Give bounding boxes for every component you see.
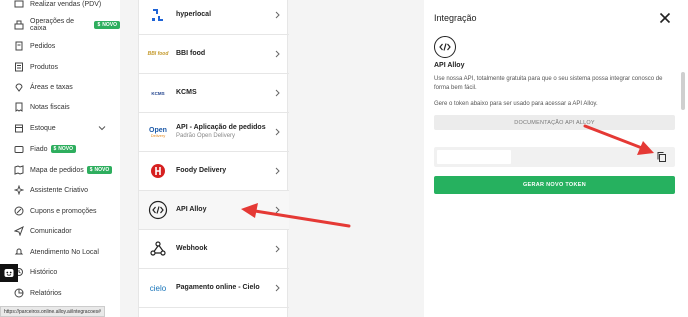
cart-icon: [14, 0, 24, 9]
code-icon: [147, 199, 169, 221]
coupon-icon: [14, 206, 24, 216]
sidebar: Realizar vendas (PDV) Operações de caixa…: [0, 0, 120, 317]
reports-icon: [14, 288, 24, 298]
orders-icon: [14, 41, 24, 51]
api-description: Use nossa API, totalmente gratuita para …: [434, 76, 663, 91]
sidebar-item-notas-fiscais[interactable]: Notas fiscais: [0, 97, 120, 117]
integrations-list: hyperlocal BBI food BBI food KCMS KCMS O…: [138, 0, 289, 317]
integration-row-hyperlocal[interactable]: hyperlocal: [139, 0, 289, 35]
sidebar-item-assistente-criativo[interactable]: Assistente Criativo: [0, 180, 120, 200]
integration-row-foody-delivery[interactable]: Foody Delivery: [139, 152, 289, 191]
sidebar-item-relatorios[interactable]: Relatórios: [0, 283, 120, 303]
chevron-right-icon: [275, 128, 280, 136]
documentation-button[interactable]: DOCUMENTAÇÃO API ALLOY: [434, 115, 675, 130]
chevron-right-icon: [275, 11, 280, 19]
integration-row-kcms[interactable]: KCMS KCMS: [139, 74, 289, 113]
token-box: [434, 147, 675, 167]
cash-register-icon: [14, 20, 24, 30]
sidebar-item-produtos[interactable]: Produtos: [0, 57, 120, 77]
token-hint: Gere o token abaixo para ser usado para …: [434, 101, 598, 107]
sidebar-item-operacoes-caixa[interactable]: Operações de caixa $ NOVO: [0, 15, 120, 35]
sidebar-item-label: Áreas e taxas: [30, 83, 73, 91]
integration-row-api-alloy[interactable]: API Alloy: [139, 191, 289, 230]
sidebar-item-label: Estoque: [30, 124, 56, 132]
sidebar-item-label: Assistente Criativo: [30, 186, 88, 194]
sidebar-item-fiado[interactable]: Fiado $ NOVO: [0, 139, 120, 159]
new-badge: $ NOVO: [94, 21, 120, 29]
cielo-logo: cielo: [149, 283, 167, 293]
new-badge: $ NOVO: [86, 166, 113, 174]
sidebar-item-label: Notas fiscais: [30, 103, 70, 111]
new-badge: $ NOVO: [50, 145, 77, 153]
integration-panel: Integração API Alloy Use nossa API, tota…: [424, 0, 688, 317]
sidebar-item-realizar-vendas[interactable]: Realizar vendas (PDV): [0, 0, 120, 14]
foody-delivery-logo: [147, 160, 169, 182]
sparkle-icon: [14, 185, 24, 195]
sidebar-item-label: Atendimento No Local: [30, 248, 99, 256]
chevron-right-icon: [275, 245, 280, 253]
chevron-down-icon[interactable]: [98, 124, 106, 132]
sidebar-item-label: Histórico: [30, 268, 58, 276]
token-field[interactable]: [437, 150, 511, 164]
chevron-right-icon: [275, 167, 280, 175]
panel-title: Integração: [434, 13, 477, 23]
receipt-icon: [14, 102, 24, 112]
sidebar-item-label: Pedidos: [30, 42, 56, 50]
sidebar-item-mapa-pedidos[interactable]: Mapa de pedidos $ NOVO: [0, 160, 120, 180]
hyperlocal-logo: [147, 4, 169, 26]
wallet-icon: [14, 144, 24, 154]
sidebar-item-estoque[interactable]: Estoque: [0, 118, 120, 138]
sidebar-item-cupons-promocoes[interactable]: Cupons e promoções: [0, 201, 120, 221]
sidebar-item-areas-taxas[interactable]: Áreas e taxas: [0, 77, 120, 97]
sidebar-item-historico[interactable]: Histórico: [0, 262, 120, 282]
stock-icon: [14, 123, 24, 133]
sidebar-item-label: Relatórios: [30, 289, 62, 297]
kcms-logo: KCMS: [151, 90, 165, 96]
code-icon: [434, 36, 456, 58]
sidebar-item-label: Produtos: [30, 63, 59, 71]
sidebar-item-label: Realizar vendas (PDV): [30, 0, 102, 8]
webhook-icon: [147, 238, 169, 260]
map-pin-icon: [14, 82, 24, 92]
sidebar-item-label: Operações de caixa: [30, 18, 74, 32]
map-icon: [14, 165, 24, 175]
bbi-food-logo: BBI food: [147, 51, 169, 57]
products-icon: [14, 62, 24, 72]
scrollbar[interactable]: [681, 72, 685, 110]
bell-icon: [14, 247, 24, 257]
send-icon: [14, 226, 24, 236]
sidebar-item-atendimento-local[interactable]: Atendimento No Local: [0, 242, 120, 262]
integration-row-webhook[interactable]: Webhook: [139, 230, 289, 269]
sidebar-item-comunicador[interactable]: Comunicador: [0, 221, 120, 241]
close-icon[interactable]: [658, 11, 672, 25]
open-delivery-logo: Open Delivery: [149, 126, 167, 138]
chevron-right-icon: [275, 89, 280, 97]
status-bar-url: https://parceiros.online.alloy.ai/integr…: [0, 306, 105, 317]
copy-icon[interactable]: [656, 151, 668, 163]
api-name: API Alloy: [434, 62, 465, 69]
chevron-right-icon: [275, 206, 280, 214]
chevron-right-icon: [275, 50, 280, 58]
integration-row-api-aplicacao-pedidos[interactable]: Open Delivery API - Aplicação de pedidos…: [139, 113, 289, 152]
chat-helper-icon[interactable]: [0, 264, 18, 282]
generate-token-button[interactable]: GERAR NOVO TOKEN: [434, 176, 675, 194]
sidebar-item-label: Cupons e promoções: [30, 207, 97, 215]
sidebar-item-label: Mapa de pedidos: [30, 166, 84, 174]
integration-row-bbi-food[interactable]: BBI food BBI food: [139, 35, 289, 74]
sidebar-item-label: Fiado: [30, 145, 48, 153]
sidebar-item-pedidos[interactable]: Pedidos: [0, 36, 120, 56]
integration-row-cielo[interactable]: cielo Pagamento online - Cielo: [139, 269, 289, 308]
chevron-right-icon: [275, 284, 280, 292]
sidebar-item-label: Comunicador: [30, 227, 72, 235]
